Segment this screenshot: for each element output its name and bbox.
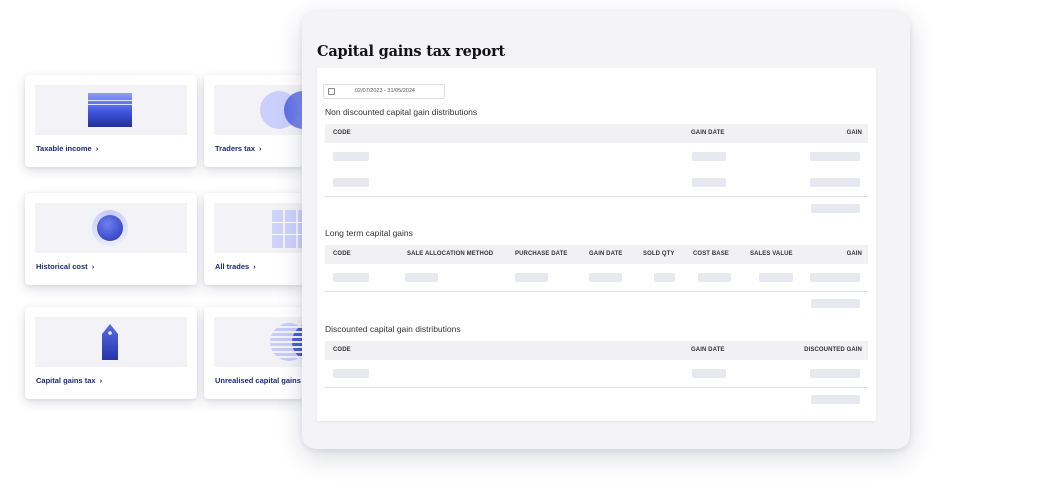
grid-blocks-icon xyxy=(214,203,304,253)
skeleton-total xyxy=(811,204,860,213)
skeleton-cell xyxy=(333,369,369,378)
section-title: Discounted capital gain distributions xyxy=(325,324,461,334)
page-title: Capital gains tax report xyxy=(317,43,506,60)
report-panel: Capital gains tax report 02/07/2023 - 31… xyxy=(302,11,910,449)
skeleton-cell xyxy=(589,273,622,282)
divider xyxy=(325,291,868,292)
report-card-all-trades[interactable]: All trades › xyxy=(204,193,304,285)
chevron-right-icon: › xyxy=(99,376,103,385)
chevron-right-icon: › xyxy=(259,144,262,153)
skeleton-cell xyxy=(692,152,726,161)
column-header[interactable]: DISCOUNTED GAIN xyxy=(804,347,862,353)
card-label: All trades › xyxy=(215,262,256,271)
column-header[interactable]: COST BASE xyxy=(693,251,729,257)
column-header[interactable]: GAIN DATE xyxy=(691,347,724,353)
card-label: Capital gains tax › xyxy=(36,376,103,385)
skeleton-cell xyxy=(692,369,726,378)
date-range-value: 02/07/2023 - 31/05/2024 xyxy=(355,88,415,94)
card-label: Unrealised capital gains t xyxy=(215,376,303,385)
divider xyxy=(325,387,868,388)
skeleton-cell xyxy=(654,273,675,282)
column-header[interactable]: PURCHASE DATE xyxy=(515,251,568,257)
skeleton-cell xyxy=(810,152,860,161)
column-header[interactable]: GAIN DATE xyxy=(589,251,622,257)
column-header[interactable]: SOLD QTY xyxy=(643,251,674,257)
skeleton-cell xyxy=(810,273,860,282)
skeleton-cell xyxy=(333,178,369,187)
column-header[interactable]: SALE ALLOCATION METHOD xyxy=(407,251,493,257)
skeleton-cell xyxy=(692,178,726,187)
skeleton-cell xyxy=(333,273,369,282)
skeleton-cell xyxy=(405,273,438,282)
skeleton-cell xyxy=(759,273,793,282)
column-header[interactable]: GAIN xyxy=(847,251,862,257)
column-header[interactable]: CODE xyxy=(333,347,351,353)
skeleton-total xyxy=(811,299,860,308)
price-tag-icon xyxy=(35,317,187,367)
date-range-picker[interactable]: 02/07/2023 - 31/05/2024 xyxy=(323,84,445,99)
section-title: Non discounted capital gain distribution… xyxy=(325,107,478,117)
column-header[interactable]: CODE xyxy=(333,251,351,257)
column-header[interactable]: SALES VALUE xyxy=(750,251,793,257)
section-title: Long term capital gains xyxy=(325,228,413,238)
donut-chart-icon xyxy=(35,203,187,253)
table-header: CODE GAIN DATE GAIN xyxy=(325,124,868,143)
skeleton-cell xyxy=(515,273,548,282)
report-card-taxable-income[interactable]: Taxable income › xyxy=(25,75,197,167)
skeleton-cell xyxy=(698,273,731,282)
card-label: Traders tax › xyxy=(215,144,262,153)
report-sheet: 02/07/2023 - 31/05/2024 Non discounted c… xyxy=(317,68,876,421)
divider xyxy=(325,196,868,197)
table-chart-icon xyxy=(35,85,187,135)
card-label: Taxable income › xyxy=(36,144,99,153)
chevron-right-icon: › xyxy=(95,144,99,153)
report-card-historical-cost[interactable]: Historical cost › xyxy=(25,193,197,285)
skeleton-cell xyxy=(810,369,860,378)
column-header[interactable]: GAIN DATE xyxy=(691,130,724,136)
column-header[interactable]: CODE xyxy=(333,130,351,136)
report-card-traders-tax[interactable]: Traders tax › xyxy=(204,75,304,167)
table-header: CODE GAIN DATE DISCOUNTED GAIN xyxy=(325,341,868,360)
chevron-right-icon: › xyxy=(253,262,256,271)
chevron-right-icon: › xyxy=(91,262,95,271)
calendar-icon xyxy=(328,88,335,95)
report-card-unrealised-capital-gains[interactable]: Unrealised capital gains t xyxy=(204,307,304,399)
striped-circles-icon xyxy=(214,317,304,367)
skeleton-cell xyxy=(810,178,860,187)
skeleton-total xyxy=(811,395,860,404)
skeleton-cell xyxy=(333,152,369,161)
card-label: Historical cost › xyxy=(36,262,95,271)
venn-circles-icon xyxy=(214,85,304,135)
column-header[interactable]: GAIN xyxy=(847,130,862,136)
report-card-capital-gains-tax[interactable]: Capital gains tax › xyxy=(25,307,197,399)
table-header: CODE SALE ALLOCATION METHOD PURCHASE DAT… xyxy=(325,245,868,264)
